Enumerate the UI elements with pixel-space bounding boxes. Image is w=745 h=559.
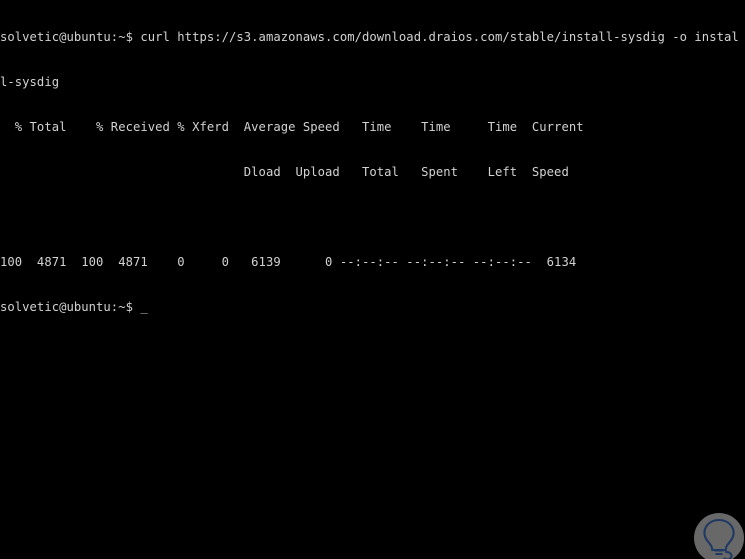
text-cursor: _ (140, 300, 148, 314)
shell-prompt: solvetic@ubuntu:~$ (0, 300, 141, 314)
progress-header-row-2: Dload Upload Total Spent Left Speed (0, 165, 569, 179)
terminal-screen: solvetic@ubuntu:~$ curl https://s3.amazo… (0, 0, 745, 559)
terminal-line-command: solvetic@ubuntu:~$ curl https://s3.amazo… (0, 30, 739, 44)
terminal-prompt-line: solvetic@ubuntu:~$ _ (0, 300, 745, 315)
terminal-line-command-wrap: l-sysdig (0, 75, 60, 89)
progress-data-row: 100 4871 100 4871 0 0 6139 0 --:--:-- --… (0, 255, 577, 269)
terminal-output[interactable]: solvetic@ubuntu:~$ curl https://s3.amazo… (0, 0, 745, 559)
progress-header-row-1: % Total % Received % Xferd Average Speed… (0, 120, 584, 134)
